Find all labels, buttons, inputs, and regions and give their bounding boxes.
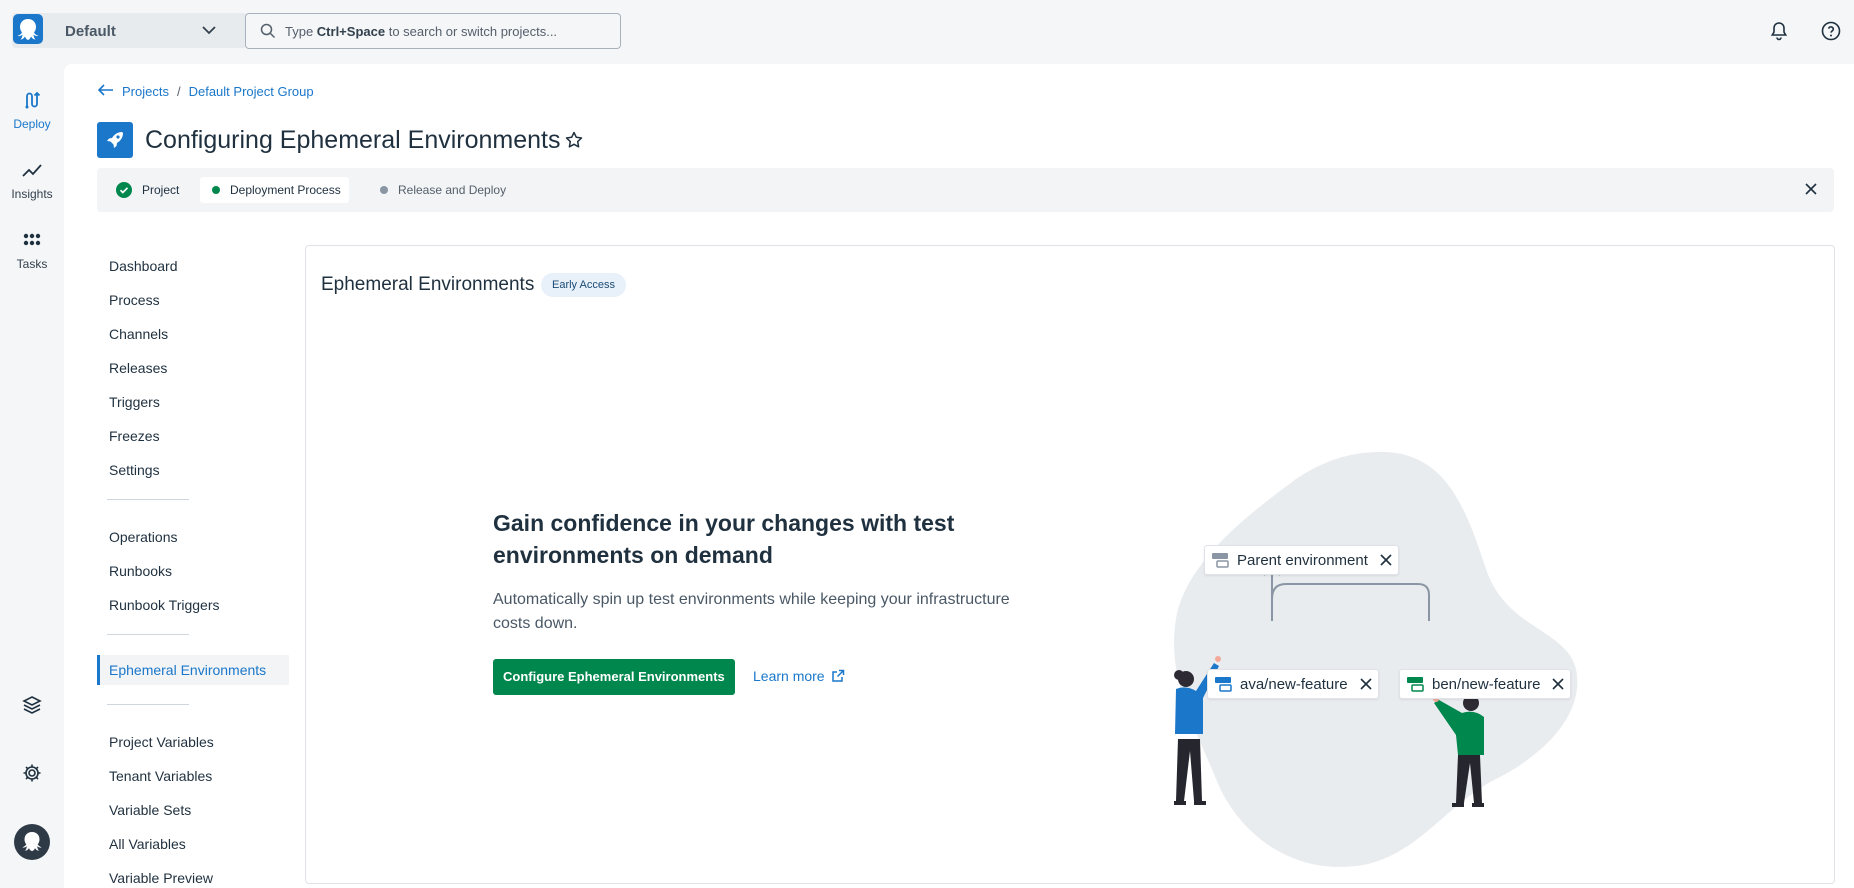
card-title: Ephemeral Environments	[321, 274, 535, 295]
page-title: Configuring Ephemeral Environments	[145, 126, 561, 154]
back-arrow-icon[interactable]	[97, 84, 114, 99]
nav-label: Tasks	[16, 257, 48, 271]
chip-label: ben/new-feature	[1432, 675, 1541, 693]
breadcrumb-projects-link[interactable]: Projects	[122, 84, 169, 99]
configure-ephemeral-environments-button[interactable]: Configure Ephemeral Environments	[493, 659, 735, 695]
sidebar-item-runbook-triggers[interactable]: Runbook Triggers	[97, 590, 289, 620]
parent-environment-chip: Parent environment	[1204, 545, 1399, 575]
step-label: Project	[142, 183, 180, 197]
chevron-down-icon[interactable]	[200, 21, 218, 44]
close-icon	[1380, 554, 1392, 566]
step-label: Deployment Process	[230, 183, 341, 197]
close-icon	[1360, 678, 1372, 690]
favorite-star-icon[interactable]	[564, 130, 584, 155]
branch-chip-ben: ben/new-feature	[1399, 669, 1572, 699]
sidebar-item-channels[interactable]: Channels	[97, 319, 289, 349]
current-step-dot-icon	[212, 186, 220, 194]
pending-step-dot-icon	[380, 186, 388, 194]
illustration-blob	[1174, 451, 1578, 867]
sidebar-item-tenant-variables[interactable]: Tenant Variables	[97, 761, 289, 791]
user-avatar[interactable]	[0, 824, 64, 863]
tasks-icon	[23, 233, 41, 246]
learn-more-link[interactable]: Learn more	[753, 668, 845, 684]
environment-icon	[1211, 552, 1229, 568]
sidebar-divider	[107, 704, 189, 705]
sidebar-divider	[107, 634, 189, 635]
close-icon	[1552, 678, 1564, 690]
library-layers-icon[interactable]	[0, 694, 64, 719]
octopus-logo-icon	[12, 13, 44, 45]
sidebar-item-process[interactable]: Process	[97, 285, 289, 315]
search-input[interactable]: Type Ctrl+Space to search or switch proj…	[245, 13, 621, 49]
hero-title: Gain confidence in your changes with tes…	[493, 510, 955, 568]
sidebar-item-ephemeral-environments[interactable]: Ephemeral Environments	[97, 655, 289, 685]
nav-label: Insights	[11, 187, 53, 201]
ephemeral-environments-illustration: Parent environment ava/new-feature ben/n…	[1136, 449, 1616, 879]
search-icon	[260, 23, 276, 44]
close-icon[interactable]	[1804, 182, 1818, 201]
chip-label: ava/new-feature	[1240, 675, 1348, 693]
external-link-icon	[831, 669, 845, 683]
search-placeholder: Type Ctrl+Space to search or switch proj…	[285, 24, 558, 39]
environment-icon	[1406, 676, 1424, 692]
insights-icon	[22, 164, 42, 177]
breadcrumb: Projects / Default Project Group	[97, 84, 314, 99]
sidebar-item-triggers[interactable]: Triggers	[97, 387, 289, 417]
hero-description: Automatically spin up test environments …	[493, 591, 1010, 632]
space-name[interactable]: Default	[65, 23, 116, 40]
environment-icon	[1214, 676, 1232, 692]
breadcrumb-group-link[interactable]: Default Project Group	[189, 84, 314, 99]
early-access-badge: Early Access	[541, 273, 626, 297]
check-circle-icon	[116, 182, 132, 198]
project-rocket-icon	[97, 122, 133, 158]
nav-item-tasks[interactable]: Tasks	[0, 230, 64, 271]
help-icon[interactable]	[1820, 20, 1842, 42]
sidebar-item-operations[interactable]: Operations	[97, 522, 289, 552]
onboarding-stepper: Project Deployment Process Release and D…	[97, 168, 1834, 212]
configuration-gear-icon[interactable]	[0, 762, 64, 787]
learn-more-label: Learn more	[753, 668, 825, 684]
sidebar-item-dashboard[interactable]: Dashboard	[97, 251, 289, 281]
deploy-icon	[25, 91, 41, 109]
step-release-and-deploy[interactable]: Release and Deploy	[380, 177, 506, 203]
step-project[interactable]: Project	[116, 177, 179, 203]
top-bar: Default Type Ctrl+Space to search or swi…	[0, 0, 1854, 62]
branch-chip-ava: ava/new-feature	[1207, 669, 1379, 699]
sidebar-item-all-variables[interactable]: All Variables	[97, 829, 289, 859]
main-panel: Projects / Default Project Group Configu…	[64, 64, 1854, 888]
global-nav: Deploy Insights Tasks	[0, 62, 64, 888]
search-shortcut: Ctrl+Space	[316, 24, 386, 39]
nav-label: Deploy	[13, 117, 51, 131]
step-deployment-process[interactable]: Deployment Process	[200, 177, 349, 203]
sidebar-item-variable-preview[interactable]: Variable Preview	[97, 863, 289, 888]
chip-label: Parent environment	[1237, 551, 1368, 569]
step-label: Release and Deploy	[398, 183, 507, 197]
notifications-bell-icon[interactable]	[1768, 20, 1790, 42]
sidebar-divider	[107, 499, 189, 500]
sidebar-item-project-variables[interactable]: Project Variables	[97, 727, 289, 757]
sidebar-item-freezes[interactable]: Freezes	[97, 421, 289, 451]
sidebar-item-runbooks[interactable]: Runbooks	[97, 556, 289, 586]
sidebar-item-variable-sets[interactable]: Variable Sets	[97, 795, 289, 825]
nav-item-deploy[interactable]: Deploy	[0, 90, 64, 131]
sidebar-item-releases[interactable]: Releases	[97, 353, 289, 383]
breadcrumb-separator: /	[176, 84, 181, 99]
nav-item-insights[interactable]: Insights	[0, 160, 64, 201]
sidebar-item-settings[interactable]: Settings	[97, 455, 289, 485]
